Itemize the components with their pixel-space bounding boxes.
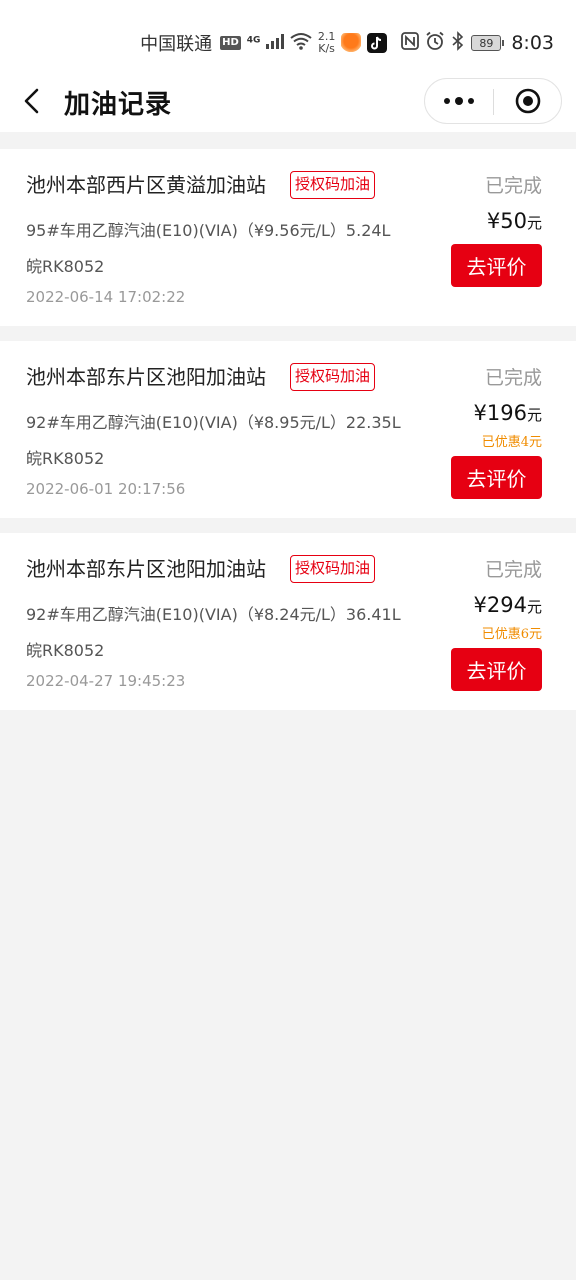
status-label: 已完成 (484, 367, 542, 389)
nfc-icon (401, 31, 420, 55)
status-label: 已完成 (484, 175, 542, 197)
nav-bar: 加油记录 (0, 70, 576, 132)
record-card[interactable]: 池州本部东片区池阳加油站 授权码加油 已完成 92#车用乙醇汽油(E10)(VI… (0, 341, 576, 518)
auth-code-tag: 授权码加油 (290, 555, 376, 583)
clock-time: 8:03 (511, 32, 554, 54)
discount-label: 已优惠6元 (481, 627, 542, 642)
amount-unit: 元 (526, 598, 542, 616)
record-card[interactable]: 池州本部西片区黄溢加油站 授权码加油 已完成 95#车用乙醇汽油(E10)(VI… (0, 149, 576, 326)
network-speed-unit: K/s (318, 42, 335, 55)
auth-code-tag: 授权码加油 (290, 363, 376, 391)
record-card[interactable]: 池州本部东片区池阳加油站 授权码加油 已完成 92#车用乙醇汽油(E10)(VI… (0, 533, 576, 710)
plate-number: 皖RK8052 (26, 641, 105, 660)
close-button[interactable] (494, 79, 562, 123)
network-type-label: 4G (246, 34, 261, 45)
amount-value: ¥196 (473, 401, 527, 425)
amount: ¥50元 (487, 209, 542, 233)
review-button[interactable]: 去评价 (451, 648, 542, 691)
chevron-left-icon (24, 88, 39, 114)
amount-value: ¥50 (486, 209, 527, 233)
record-time: 2022-04-27 19:45:23 (26, 672, 186, 690)
station-name: 池州本部东片区池阳加油站 (26, 557, 266, 581)
station-name: 池州本部东片区池阳加油站 (26, 365, 266, 389)
back-button[interactable] (16, 84, 46, 118)
fuel-detail: 95#车用乙醇汽油(E10)(VIA)（¥9.56元/L）5.24L (26, 221, 391, 240)
review-button[interactable]: 去评价 (451, 456, 542, 499)
target-close-icon (515, 88, 541, 114)
network-speed: 2.1 K/s (318, 31, 336, 55)
hd-icon: HD (220, 36, 241, 50)
station-name: 池州本部西片区黄溢加油站 (26, 173, 266, 197)
signal-icon: 4G (247, 33, 284, 54)
more-dots-icon (444, 97, 474, 105)
record-list: 池州本部西片区黄溢加油站 授权码加油 已完成 95#车用乙醇汽油(E10)(VI… (0, 149, 576, 725)
miniprogram-capsule (424, 78, 562, 124)
battery-icon: 89 (471, 35, 505, 51)
more-button[interactable] (425, 79, 493, 123)
review-button[interactable]: 去评价 (451, 244, 542, 287)
amount-unit: 元 (526, 214, 542, 232)
amount-value: ¥294 (473, 593, 527, 617)
alarm-icon (425, 31, 445, 56)
amount: ¥196元 (474, 401, 542, 425)
auth-code-tag: 授权码加油 (290, 171, 376, 199)
discount-label: 已优惠4元 (481, 435, 542, 450)
carrier-label: 中国联通 (140, 34, 213, 55)
plate-number: 皖RK8052 (26, 257, 105, 276)
status-label: 已完成 (484, 559, 542, 581)
record-time: 2022-06-14 17:02:22 (26, 288, 186, 306)
record-time: 2022-06-01 20:17:56 (26, 480, 186, 498)
fuel-detail: 92#车用乙醇汽油(E10)(VIA)（¥8.24元/L）36.41L (26, 605, 401, 624)
tiktok-icon (367, 33, 388, 53)
page-title: 加油记录 (64, 90, 173, 120)
app-icon (341, 33, 362, 53)
fuel-detail: 92#车用乙醇汽油(E10)(VIA)（¥8.95元/L）22.35L (26, 413, 401, 432)
plate-number: 皖RK8052 (26, 449, 105, 468)
amount-unit: 元 (526, 406, 542, 424)
bluetooth-icon (451, 30, 465, 56)
amount: ¥294元 (474, 593, 542, 617)
wifi-icon (290, 32, 312, 55)
